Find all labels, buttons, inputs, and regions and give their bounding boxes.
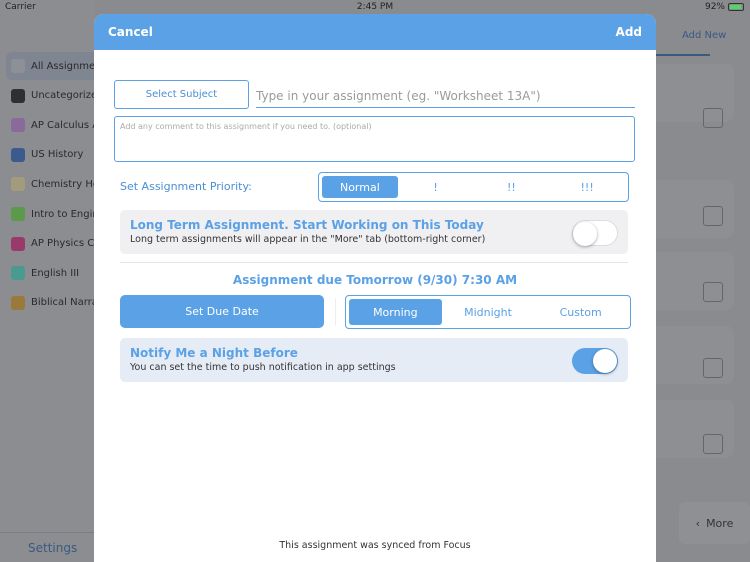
assignment-name-input[interactable] <box>256 84 635 108</box>
sidebar-item[interactable]: Biblical Narrative <box>6 289 101 317</box>
subject-color-swatch <box>11 236 25 251</box>
time-custom[interactable]: Custom <box>534 299 627 325</box>
priority-segmented-control: Normal ! !! !!! <box>318 172 629 202</box>
priority-low[interactable]: ! <box>398 176 474 198</box>
sidebar-item[interactable]: All Assignments <box>6 52 101 80</box>
chevron-left-icon: ‹ <box>695 516 701 530</box>
long-term-subtitle: Long term assignments will appear in the… <box>130 234 486 245</box>
time-morning[interactable]: Morning <box>349 299 442 325</box>
more-label: More <box>706 516 734 530</box>
settings-button[interactable]: Settings <box>28 541 77 555</box>
sidebar-divider <box>0 532 95 533</box>
sidebar-item-label: US History <box>31 149 84 161</box>
comment-input[interactable] <box>114 116 635 162</box>
priority-label: Set Assignment Priority: <box>120 180 252 193</box>
add-button[interactable]: Add <box>616 25 642 39</box>
priority-high[interactable]: !!! <box>549 176 625 198</box>
checkbox[interactable] <box>703 282 723 302</box>
subject-color-swatch <box>11 207 25 221</box>
long-term-title: Long Term Assignment. Start Working on T… <box>130 218 484 232</box>
battery-icon <box>728 3 744 11</box>
sidebar-item-label: English III <box>31 267 80 279</box>
sidebar-item[interactable]: Uncategorized <box>6 82 101 110</box>
divider <box>120 262 628 263</box>
notify-subtitle: You can set the time to push notificatio… <box>130 362 396 373</box>
subject-color-swatch <box>11 295 25 310</box>
battery-indicator: 92% <box>705 2 744 12</box>
sidebar-item[interactable]: English III <box>6 259 101 287</box>
time-midnight[interactable]: Midnight <box>442 299 535 325</box>
long-term-row: Long Term Assignment. Start Working on T… <box>120 210 628 254</box>
sidebar-item-label: All Assignments <box>31 60 101 72</box>
checkbox[interactable] <box>703 108 723 128</box>
priority-normal[interactable]: Normal <box>322 176 398 198</box>
sidebar-item-label: Chemistry Honors <box>31 178 101 190</box>
sidebar-item[interactable]: Intro to Engineering <box>6 200 101 228</box>
battery-percent: 92% <box>704 2 725 12</box>
tab-indicator <box>656 54 710 56</box>
notify-title: Notify Me a Night Before <box>130 346 298 360</box>
cancel-button[interactable]: Cancel <box>108 25 153 39</box>
subject-color-swatch <box>11 118 25 133</box>
long-term-toggle[interactable] <box>572 220 618 246</box>
subject-color-swatch <box>11 147 25 162</box>
sidebar-item-label: AP Physics C: Mechanics <box>31 238 101 250</box>
more-button[interactable]: ‹ More <box>679 502 750 544</box>
time-segmented-control: Morning Midnight Custom <box>345 295 631 329</box>
subject-color-swatch <box>11 177 25 192</box>
sidebar-item-label: Intro to Engineering <box>31 208 101 220</box>
due-date-text: Assignment due Tomorrow (9/30) 7:30 AM <box>232 273 518 287</box>
notify-toggle[interactable] <box>572 348 618 374</box>
sidebar-item[interactable]: US History <box>6 141 101 169</box>
clock: 2:45 PM <box>356 2 394 12</box>
sidebar-item[interactable]: AP Physics C: Mechanics <box>6 230 101 258</box>
add-assignment-modal: Cancel Add Select Subject Set Assignment… <box>94 14 656 562</box>
sync-note: This assignment was synced from Focus <box>279 540 471 551</box>
checkbox[interactable] <box>703 358 723 378</box>
sidebar-item-label: AP Calculus AB <box>31 119 101 131</box>
checkbox[interactable] <box>703 434 723 454</box>
subject-color-swatch <box>11 88 25 103</box>
subject-sidebar: All Assignments Uncategorized AP Calculus … <box>0 0 101 562</box>
modal-header: Cancel Add <box>94 14 656 50</box>
sidebar-item-label: Uncategorized <box>31 90 101 102</box>
add-new-tab[interactable]: Add New <box>682 30 726 41</box>
subject-color-swatch <box>11 59 25 73</box>
checkbox[interactable] <box>703 206 723 226</box>
status-bar: Carrier 2:45 PM 92% <box>0 0 750 14</box>
sidebar-item-label: Biblical Narrative <box>31 297 101 309</box>
sidebar-item[interactable]: AP Calculus AB <box>6 111 101 139</box>
separator <box>335 298 336 326</box>
sidebar-item[interactable]: Chemistry Honors <box>6 170 101 198</box>
set-due-date-button[interactable]: Set Due Date <box>120 295 324 328</box>
subject-color-swatch <box>11 266 25 281</box>
select-subject-button[interactable]: Select Subject <box>114 80 249 109</box>
notify-row: Notify Me a Night Before You can set the… <box>120 338 628 382</box>
assignment-card[interactable] <box>656 252 734 310</box>
priority-medium[interactable]: !! <box>474 176 550 198</box>
